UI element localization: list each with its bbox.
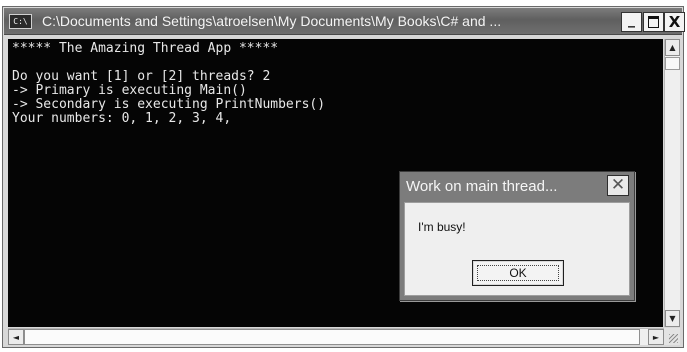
console-app-icon[interactable]: C:\ <box>9 14 32 29</box>
message-box-close-button[interactable]: ✕ <box>607 175 629 196</box>
scroll-down-button[interactable]: ▼ <box>665 310 680 327</box>
scroll-left-button[interactable]: ◄ <box>8 329 24 345</box>
scroll-up-button[interactable]: ▲ <box>665 39 680 56</box>
message-box-body: I'm busy! OK <box>404 202 630 296</box>
minimize-button[interactable]: _ <box>621 12 642 32</box>
resize-grip[interactable] <box>664 328 680 345</box>
console-line: Do you want [1] or [2] threads? 2 <box>12 69 271 84</box>
maximize-button[interactable] <box>643 12 664 32</box>
console-line: ***** The Amazing Thread App ***** <box>12 41 279 56</box>
ok-button-label: OK <box>509 266 527 280</box>
horizontal-scroll-thumb[interactable] <box>24 329 640 345</box>
message-box-title: Work on main thread... <box>406 178 558 195</box>
console-line: -> Primary is executing Main() <box>12 83 247 98</box>
scroll-right-button[interactable]: ► <box>648 329 664 345</box>
close-button[interactable]: X <box>664 12 685 32</box>
vertical-scroll-thumb[interactable] <box>665 57 680 70</box>
vertical-scrollbar[interactable]: ▲ ▼ <box>664 39 680 327</box>
window-title: C:\Documents and Settings\atroelsen\My D… <box>42 13 502 29</box>
ok-button[interactable]: OK <box>472 260 564 286</box>
title-bar[interactable]: C:\ C:\Documents and Settings\atroelsen\… <box>4 8 685 35</box>
console-line: Your numbers: 0, 1, 2, 3, 4, <box>12 111 232 126</box>
message-box: Work on main thread... ✕ I'm busy! OK <box>399 171 635 301</box>
horizontal-scrollbar[interactable]: ◄ ► <box>8 328 664 345</box>
message-text: I'm busy! <box>418 220 466 234</box>
console-line: -> Secondary is executing PrintNumbers() <box>12 97 326 112</box>
